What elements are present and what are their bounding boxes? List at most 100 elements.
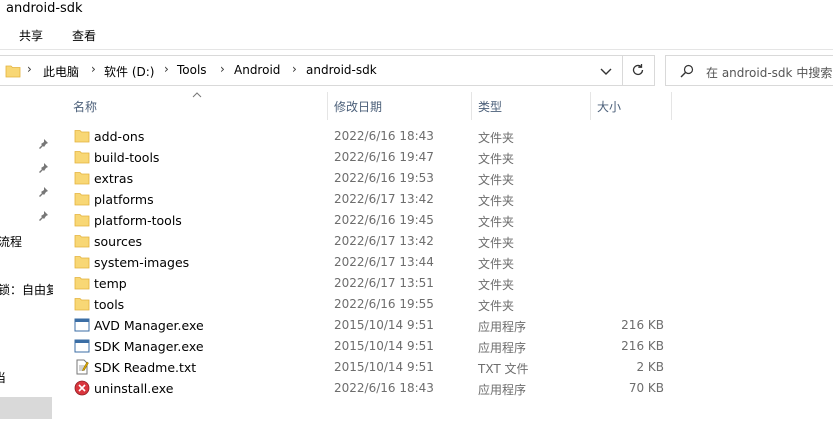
file-name: uninstall.exe	[94, 381, 174, 396]
file-size: 216 KB	[621, 339, 664, 353]
column-divider[interactable]	[327, 92, 328, 120]
app-window-icon	[74, 338, 90, 354]
search-placeholder: 在 android-sdk 中搜索	[706, 66, 833, 80]
column-divider[interactable]	[471, 92, 472, 120]
file-row[interactable]: platforms 2022/6/17 13:42 文件夹	[66, 189, 833, 210]
ribbon: 共享 查看	[0, 20, 833, 50]
breadcrumb-this-pc[interactable]: 此电脑	[43, 63, 79, 80]
refresh-button[interactable]	[622, 55, 652, 86]
file-type: 文件夹	[478, 152, 515, 166]
file-type: 应用程序	[478, 341, 527, 355]
breadcrumb-android[interactable]: Android	[234, 63, 280, 77]
address-bar[interactable]: › 此电脑 › 软件 (D:) › Tools › Android › andr…	[0, 55, 655, 86]
folder-icon	[74, 128, 90, 144]
ribbon-tab-view[interactable]: 查看	[72, 27, 96, 44]
file-row[interactable]: tools 2022/6/16 19:55 文件夹	[66, 294, 833, 315]
file-name: sources	[94, 234, 143, 249]
breadcrumb-tools[interactable]: Tools	[177, 63, 207, 77]
folder-icon	[74, 254, 90, 270]
folder-icon	[74, 233, 90, 249]
file-size: 2 KB	[636, 360, 664, 374]
file-row[interactable]: system-images 2022/6/17 13:44 文件夹	[66, 252, 833, 273]
file-name: add-ons	[94, 129, 145, 144]
file-date: 2022/6/17 13:42	[334, 234, 434, 248]
file-date: 2022/6/16 19:53	[334, 171, 434, 185]
file-date: 2022/6/17 13:51	[334, 276, 434, 290]
file-type: 文件夹	[478, 257, 515, 271]
file-name: extras	[94, 171, 134, 186]
folder-icon	[74, 275, 90, 291]
file-name: platform-tools	[94, 213, 182, 228]
chevron-down-icon[interactable]	[598, 63, 614, 79]
file-type: 文件夹	[478, 131, 515, 145]
file-name: temp	[94, 276, 127, 291]
uninstall-icon	[74, 380, 90, 396]
pin-icon[interactable]	[37, 186, 49, 201]
breadcrumb-separator[interactable]: ›	[91, 62, 96, 76]
file-row[interactable]: uninstall.exe 2022/6/16 18:43 应用程序 70 KB	[66, 378, 833, 399]
file-date: 2022/6/16 18:43	[334, 129, 434, 143]
nav-item-selected[interactable]	[0, 397, 52, 419]
file-name: AVD Manager.exe	[94, 318, 204, 333]
breadcrumb-android-sdk[interactable]: android-sdk	[306, 63, 377, 77]
window-title: android-sdk	[6, 1, 83, 16]
file-type: 文件夹	[478, 215, 515, 229]
folder-icon	[74, 296, 90, 312]
file-name: build-tools	[94, 150, 160, 165]
file-type: 应用程序	[478, 383, 527, 397]
ribbon-tab-share[interactable]: 共享	[19, 27, 43, 44]
nav-item[interactable]: 当	[0, 369, 6, 386]
breadcrumb-drive-d[interactable]: 软件 (D:)	[104, 63, 154, 80]
title-bar: android-sdk	[0, 0, 833, 20]
file-name: SDK Readme.txt	[94, 360, 197, 375]
file-row[interactable]: AVD Manager.exe 2015/10/14 9:51 应用程序 216…	[66, 315, 833, 336]
file-name: tools	[94, 297, 125, 312]
text-file-icon	[74, 359, 90, 375]
file-row[interactable]: SDK Readme.txt 2015/10/14 9:51 TXT 文件 2 …	[66, 357, 833, 378]
refresh-icon	[632, 64, 644, 76]
pin-icon[interactable]	[37, 162, 49, 177]
nav-item[interactable]: 流程	[0, 233, 22, 250]
folder-icon	[74, 149, 90, 165]
column-divider[interactable]	[590, 92, 591, 120]
column-headers: 名称 修改日期 类型 大小	[66, 92, 833, 120]
file-type: TXT 文件	[478, 362, 529, 376]
folder-icon	[74, 212, 90, 228]
file-date: 2015/10/14 9:51	[334, 339, 434, 353]
file-row[interactable]: add-ons 2022/6/16 18:43 文件夹	[66, 126, 833, 147]
column-divider[interactable]	[671, 92, 672, 120]
app-window-icon	[74, 317, 90, 333]
file-row[interactable]: sources 2022/6/17 13:42 文件夹	[66, 231, 833, 252]
file-date: 2022/6/16 19:55	[334, 297, 434, 311]
file-date: 2022/6/16 19:47	[334, 150, 434, 164]
file-size: 216 KB	[621, 318, 664, 332]
breadcrumb-separator[interactable]: ›	[164, 62, 169, 76]
breadcrumb-separator[interactable]: ›	[220, 62, 225, 76]
navigation-pane: 流程 锁：自由复 当	[0, 90, 53, 433]
file-row[interactable]: extras 2022/6/16 19:53 文件夹	[66, 168, 833, 189]
file-date: 2022/6/16 19:45	[334, 213, 434, 227]
file-name: platforms	[94, 192, 154, 207]
folder-icon	[74, 170, 90, 186]
file-row[interactable]: build-tools 2022/6/16 19:47 文件夹	[66, 147, 833, 168]
column-header-type[interactable]: 类型	[478, 98, 502, 115]
file-type: 文件夹	[478, 278, 515, 292]
sort-ascending-icon	[192, 88, 202, 102]
file-name: SDK Manager.exe	[94, 339, 204, 354]
file-row[interactable]: platform-tools 2022/6/16 19:45 文件夹	[66, 210, 833, 231]
search-box[interactable]: 在 android-sdk 中搜索	[665, 55, 833, 86]
file-date: 2015/10/14 9:51	[334, 318, 434, 332]
file-date: 2022/6/17 13:44	[334, 255, 434, 269]
file-row[interactable]: temp 2022/6/17 13:51 文件夹	[66, 273, 833, 294]
column-header-modified[interactable]: 修改日期	[334, 98, 382, 115]
file-row[interactable]: SDK Manager.exe 2015/10/14 9:51 应用程序 216…	[66, 336, 833, 357]
column-header-name[interactable]: 名称	[73, 98, 97, 115]
column-header-size[interactable]: 大小	[597, 98, 621, 115]
file-date: 2022/6/17 13:42	[334, 192, 434, 206]
pin-icon[interactable]	[37, 138, 49, 153]
file-type: 文件夹	[478, 194, 515, 208]
file-type: 文件夹	[478, 299, 515, 313]
breadcrumb-separator[interactable]: ›	[292, 62, 297, 76]
nav-item[interactable]: 锁：自由复	[0, 281, 53, 298]
pin-icon[interactable]	[37, 210, 49, 225]
